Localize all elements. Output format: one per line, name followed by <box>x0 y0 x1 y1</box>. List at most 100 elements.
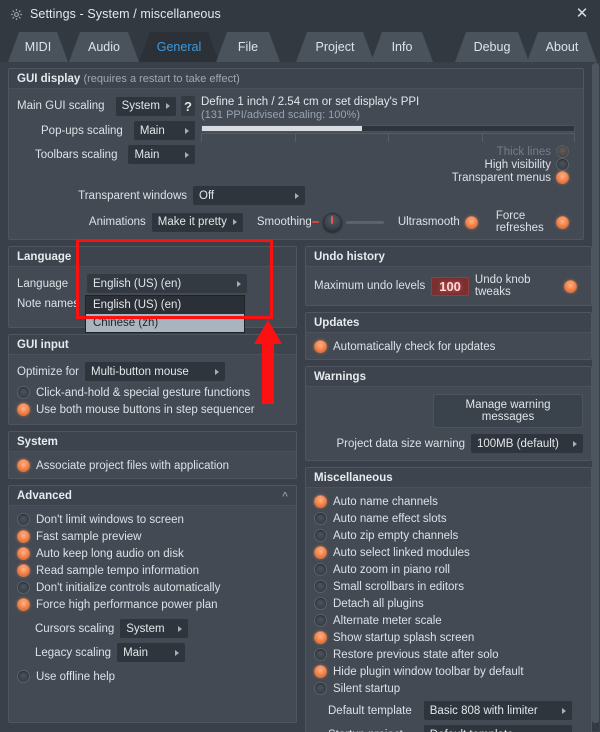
small-scrollbars-toggle[interactable]: Small scrollbars in editors <box>314 580 583 593</box>
click-and-hold-toggle[interactable]: Click-and-hold & special gesture functio… <box>17 386 288 399</box>
transparent-menus-toggle[interactable]: Transparent menus <box>201 171 575 184</box>
auto-check-updates-toggle[interactable]: Automatically check for updates <box>314 340 583 353</box>
language-combo[interactable]: English (US) (en) <box>87 274 247 293</box>
thick-lines-label: Thick lines <box>496 145 551 158</box>
alternate-meter-scale-toggle[interactable]: Alternate meter scale <box>314 614 583 627</box>
smoothing-slider[interactable] <box>345 220 384 224</box>
auto-zoom-piano-roll-label: Auto zoom in piano roll <box>333 563 450 576</box>
auto-keep-long-audio-toggle[interactable]: Auto keep long audio on disk <box>17 547 288 560</box>
silent-startup-label: Silent startup <box>333 682 401 695</box>
fast-sample-preview-dot <box>17 530 30 543</box>
force-high-performance-toggle[interactable]: Force high performance power plan <box>17 598 288 611</box>
note-names-label: Note names <box>17 298 80 310</box>
tab-project[interactable]: Project <box>296 32 374 62</box>
popups-scaling-combo[interactable]: Main <box>133 121 195 140</box>
smoothing-control[interactable] <box>311 212 384 232</box>
auto-name-effect-slots-toggle[interactable]: Auto name effect slots <box>314 512 583 525</box>
group-miscellaneous: Miscellaneous Auto name channels Auto na… <box>305 467 592 732</box>
language-label: Language <box>17 277 69 290</box>
tab-file[interactable]: File <box>216 32 280 62</box>
language-option-english[interactable]: English (US) (en) <box>86 296 244 314</box>
dont-initialize-controls-label: Don't initialize controls automatically <box>36 581 221 594</box>
both-mouse-buttons-toggle[interactable]: Use both mouse buttons in step sequencer <box>17 403 288 416</box>
use-offline-help-toggle[interactable]: Use offline help <box>17 670 288 683</box>
ppi-slider-fill <box>202 126 362 131</box>
fast-sample-preview-toggle[interactable]: Fast sample preview <box>17 530 288 543</box>
smoothing-knob[interactable] <box>322 212 342 232</box>
project-data-size-combo[interactable]: 100MB (default) <box>471 434 583 453</box>
optimize-for-combo[interactable]: Multi-button mouse <box>85 362 225 381</box>
settings-tabbar: MIDI Audio General File Project Info Deb… <box>0 28 600 62</box>
ultrasmooth-dot <box>464 215 478 229</box>
silent-startup-dot <box>314 682 327 695</box>
restore-previous-state-dot <box>314 648 327 661</box>
read-sample-tempo-toggle[interactable]: Read sample tempo information <box>17 564 288 577</box>
max-undo-levels-value[interactable]: 100 <box>431 276 469 296</box>
window-title: Settings - System / miscellaneous <box>30 7 221 21</box>
high-visibility-dot <box>556 158 569 171</box>
tab-debug[interactable]: Debug <box>455 32 529 62</box>
auto-name-channels-toggle[interactable]: Auto name channels <box>314 495 583 508</box>
default-template-label: Default template <box>328 704 412 717</box>
tab-midi[interactable]: MIDI <box>8 32 68 62</box>
auto-select-linked-modules-toggle[interactable]: Auto select linked modules <box>314 546 583 559</box>
legacy-scaling-combo[interactable]: Main <box>117 643 186 662</box>
animations-combo[interactable]: Make it pretty <box>151 212 243 232</box>
ppi-title: Define 1 inch / 2.54 cm or set display's… <box>201 96 420 108</box>
show-startup-splash-toggle[interactable]: Show startup splash screen <box>314 631 583 644</box>
auto-keep-long-audio-dot <box>17 547 30 560</box>
auto-zoom-piano-roll-toggle[interactable]: Auto zoom in piano roll <box>314 563 583 576</box>
auto-zip-empty-channels-label: Auto zip empty channels <box>333 529 459 542</box>
cursors-scaling-combo[interactable]: System <box>120 619 189 638</box>
restore-previous-state-toggle[interactable]: Restore previous state after solo <box>314 648 583 661</box>
associate-project-files-toggle[interactable]: Associate project files with application <box>17 459 288 472</box>
close-icon[interactable]: ✕ <box>574 6 590 22</box>
gear-icon <box>9 7 23 21</box>
undo-knob-tweaks-dot <box>564 279 577 293</box>
detach-all-plugins-dot <box>314 597 327 610</box>
transparent-windows-combo[interactable]: Off <box>193 186 305 205</box>
toolbars-scaling-combo[interactable]: Main <box>128 145 195 164</box>
auto-check-updates-dot <box>314 340 327 353</box>
force-refreshes-label: Force refreshes <box>495 210 544 234</box>
transparent-menus-label: Transparent menus <box>451 171 551 184</box>
tab-general[interactable]: General <box>139 32 219 62</box>
language-dropdown-list[interactable]: English (US) (en) Chinese (zh) <box>85 295 245 333</box>
tab-about[interactable]: About <box>527 32 597 62</box>
ppi-slider[interactable] <box>201 125 575 132</box>
auto-name-channels-label: Auto name channels <box>333 495 438 508</box>
thick-lines-dot <box>556 145 569 158</box>
auto-zoom-piano-roll-dot <box>314 563 327 576</box>
hide-plugin-toolbar-toggle[interactable]: Hide plugin window toolbar by default <box>314 665 583 678</box>
thick-lines-toggle[interactable]: Thick lines <box>201 145 575 158</box>
toolbars-scaling-label: Toolbars scaling <box>35 148 118 161</box>
tab-audio[interactable]: Audio <box>69 32 139 62</box>
high-visibility-label: High visibility <box>484 158 551 171</box>
auto-name-channels-dot <box>314 495 327 508</box>
group-language: Language Language English (US) (en) Note… <box>8 246 297 333</box>
vertical-scrollbar[interactable] <box>592 63 599 731</box>
fast-sample-preview-label: Fast sample preview <box>36 530 142 543</box>
small-scrollbars-label: Small scrollbars in editors <box>333 580 465 593</box>
chevron-up-icon[interactable]: ^ <box>282 491 288 502</box>
manage-warning-messages-button[interactable]: Manage warning messages <box>433 394 583 428</box>
ultrasmooth-toggle[interactable]: Ultrasmooth <box>398 215 484 229</box>
undo-knob-tweaks-toggle[interactable]: Undo knob tweaks <box>475 274 583 298</box>
dont-limit-windows-toggle[interactable]: Don't limit windows to screen <box>17 513 288 526</box>
read-sample-tempo-label: Read sample tempo information <box>36 564 199 577</box>
auto-zip-empty-channels-toggle[interactable]: Auto zip empty channels <box>314 529 583 542</box>
silent-startup-toggle[interactable]: Silent startup <box>314 682 583 695</box>
tab-info[interactable]: Info <box>371 32 433 62</box>
group-updates-header: Updates <box>306 313 591 333</box>
group-undo-history-header: Undo history <box>306 247 591 267</box>
help-button[interactable]: ? <box>180 96 195 116</box>
high-visibility-toggle[interactable]: High visibility <box>201 158 575 171</box>
language-option-chinese[interactable]: Chinese (zh) <box>86 314 244 332</box>
default-template-combo[interactable]: Basic 808 with limiter <box>423 701 572 720</box>
dont-initialize-controls-toggle[interactable]: Don't initialize controls automatically <box>17 581 288 594</box>
force-refreshes-toggle[interactable]: Force refreshes <box>496 210 575 234</box>
main-gui-scaling-combo[interactable]: System <box>115 96 176 116</box>
startup-project-combo[interactable]: Default template <box>423 725 572 732</box>
detach-all-plugins-toggle[interactable]: Detach all plugins <box>314 597 583 610</box>
scrollbar-thumb[interactable] <box>592 63 599 723</box>
